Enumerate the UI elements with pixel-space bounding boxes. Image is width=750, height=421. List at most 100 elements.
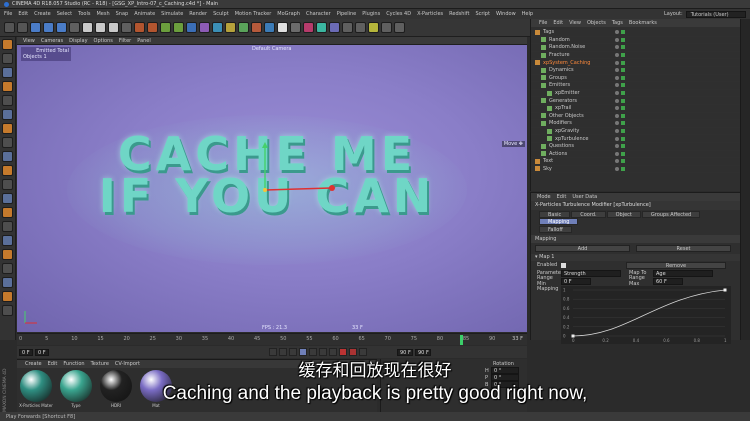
toolbar-tool-2-icon[interactable] (17, 22, 28, 33)
toolbar-tool-19-icon[interactable] (238, 22, 249, 33)
object-row[interactable]: Sky (531, 166, 740, 174)
toolbar-tool-7-icon[interactable] (82, 22, 93, 33)
timeline-ruler[interactable]: 0 5 10 15 20 25 30 35 40 45 50 55 60 65 70 75 80 85 90 (19, 334, 499, 346)
visibility-dot[interactable] (615, 91, 619, 96)
viewport-menu-filter[interactable]: Filter (119, 38, 131, 44)
enable-check-icon[interactable] (621, 159, 625, 164)
palette-tool-8-icon[interactable] (2, 137, 13, 148)
curve-knot[interactable] (723, 288, 727, 292)
menu-select[interactable]: Select (57, 11, 72, 17)
palette-tool-14-icon[interactable] (2, 221, 13, 232)
end-frame-field[interactable]: 90 F (415, 348, 431, 356)
object-row[interactable]: Questions (531, 143, 740, 151)
add-map-button[interactable]: Add (535, 245, 630, 252)
record-icon[interactable] (339, 348, 347, 356)
toolbar-tool-8-icon[interactable] (95, 22, 106, 33)
menu-render[interactable]: Render (189, 11, 207, 17)
enable-check-icon[interactable] (621, 113, 625, 118)
remove-map-button[interactable]: Remove (626, 261, 726, 269)
timeline[interactable]: 0 5 10 15 20 25 30 35 40 45 50 55 60 65 70 75 80 85 90 33 … (17, 333, 527, 345)
menu-cycles-4d[interactable]: Cycles 4D (386, 11, 411, 17)
object-row[interactable]: Groups (531, 75, 740, 83)
toolbar-tool-12-icon[interactable] (147, 22, 158, 33)
menu-script[interactable]: Script (475, 11, 490, 17)
toolbar-tool-17-icon[interactable] (212, 22, 223, 33)
start-frame-field[interactable]: 0 F (19, 348, 33, 356)
object-row[interactable]: Generators (531, 97, 740, 105)
enable-check-icon[interactable] (621, 151, 625, 156)
map-1-header[interactable]: ▾ Map 1 (531, 254, 740, 261)
menu-create[interactable]: Create (34, 11, 51, 17)
toolbar-tool-28-icon[interactable] (355, 22, 366, 33)
visibility-dot[interactable] (615, 151, 619, 156)
toolbar-tool-27-icon[interactable] (342, 22, 353, 33)
palette-tool-15-icon[interactable] (2, 235, 13, 246)
reset-button[interactable]: Reset (636, 245, 731, 252)
palette-tool-9-icon[interactable] (2, 151, 13, 162)
toolbar-tool-26-icon[interactable] (329, 22, 340, 33)
palette-tool-12-icon[interactable] (2, 193, 13, 204)
toolbar-tool-15-icon[interactable] (186, 22, 197, 33)
menu-file[interactable]: File (4, 11, 12, 17)
palette-tool-1-icon[interactable] (2, 39, 13, 50)
map-to-dropdown[interactable]: Age (653, 269, 713, 277)
menu-window[interactable]: Window (496, 11, 516, 17)
enable-check-icon[interactable] (621, 75, 625, 80)
playhead-marker[interactable] (460, 335, 463, 345)
menu-motion-tracker[interactable]: Motion Tracker (235, 11, 272, 17)
toolbar-tool-23-icon[interactable] (290, 22, 301, 33)
menu-plugins[interactable]: Plugins (362, 11, 380, 17)
om-menu-file[interactable]: File (539, 20, 547, 26)
visibility-dot[interactable] (615, 83, 619, 88)
toolbar-tool-3-icon[interactable] (30, 22, 41, 33)
viewport-menu-panel[interactable]: Panel (137, 38, 151, 44)
viewport-menu-cameras[interactable]: Cameras (41, 38, 63, 44)
object-row[interactable]: xpSystem_Caching (531, 59, 740, 67)
om-menu-view[interactable]: View (569, 20, 581, 26)
enable-check-icon[interactable] (621, 30, 625, 35)
object-row[interactable]: Tags (531, 29, 740, 37)
object-row[interactable]: Other Objects (531, 113, 740, 121)
toolbar-tool-22-icon[interactable] (277, 22, 288, 33)
next-key-icon[interactable] (319, 348, 327, 356)
viewport-menu-options[interactable]: Options (94, 38, 113, 44)
object-row[interactable]: Modifiers (531, 120, 740, 128)
object-row[interactable]: xpGravity (531, 128, 740, 136)
play-forward-icon[interactable] (299, 348, 307, 356)
menu-simulate[interactable]: Simulate (161, 11, 183, 17)
palette-tool-13-icon[interactable] (2, 207, 13, 218)
object-row[interactable]: Actions (531, 151, 740, 159)
parameter-dropdown[interactable]: Strength (561, 269, 621, 277)
tab-object[interactable]: Object (606, 211, 641, 218)
palette-tool-18-icon[interactable] (2, 277, 13, 288)
menu-snap[interactable]: Snap (116, 11, 129, 17)
menu-mesh[interactable]: Mesh (96, 11, 109, 17)
visibility-dot[interactable] (615, 30, 619, 35)
enable-check-icon[interactable] (621, 144, 625, 149)
object-row[interactable]: xpTurbulence (531, 135, 740, 143)
mapping-spline-graph[interactable]: 1 0.8 0.6 0.4 0.2 0 0 0.2 0.4 0.6 0.8 1 (561, 286, 731, 344)
enable-check-icon[interactable] (621, 53, 625, 58)
palette-tool-5-icon[interactable] (2, 95, 13, 106)
go-to-end-icon[interactable] (329, 348, 337, 356)
enable-check-icon[interactable] (621, 136, 625, 141)
range-min-field[interactable]: 0 F (561, 277, 591, 285)
enable-check-icon[interactable] (621, 60, 625, 65)
move-gizmo-icon[interactable] (225, 140, 335, 220)
visibility-dot[interactable] (615, 45, 619, 50)
palette-tool-7-icon[interactable] (2, 123, 13, 134)
palette-tool-20-icon[interactable] (2, 305, 13, 316)
menu-animate[interactable]: Animate (134, 11, 155, 17)
viewport-menu-display[interactable]: Display (69, 38, 87, 44)
toolbar-tool-14-icon[interactable] (173, 22, 184, 33)
menu-edit[interactable]: Edit (18, 11, 28, 17)
visibility-dot[interactable] (615, 37, 619, 42)
toolbar-tool-30-icon[interactable] (381, 22, 392, 33)
enable-check-icon[interactable] (621, 166, 625, 171)
visibility-dot[interactable] (615, 136, 619, 141)
toolbar-tool-18-icon[interactable] (225, 22, 236, 33)
menu-x-particles[interactable]: X-Particles (417, 11, 443, 17)
toolbar-tool-24-icon[interactable] (303, 22, 314, 33)
object-row[interactable]: xpEmitter (531, 90, 740, 98)
toolbar-tool-5-icon[interactable] (56, 22, 67, 33)
